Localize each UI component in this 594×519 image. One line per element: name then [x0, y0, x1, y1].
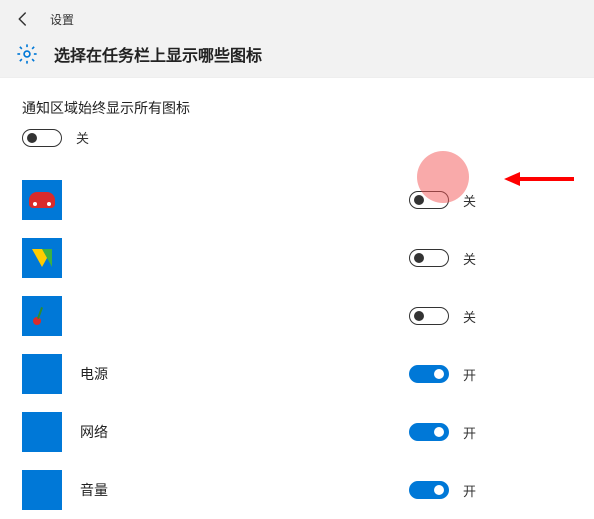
- item-toggle-state: 开: [463, 365, 476, 384]
- blank-icon: [22, 354, 62, 394]
- list-item: 关: [22, 229, 572, 287]
- list-item: 音量 开: [22, 461, 572, 519]
- list-item: 关: [22, 171, 572, 229]
- blank-icon: [22, 470, 62, 510]
- item-toggle[interactable]: [409, 423, 449, 441]
- master-toggle-state: 关: [76, 128, 89, 147]
- page-title: 选择在任务栏上显示哪些图标: [54, 42, 262, 66]
- item-toggle-state: 开: [463, 423, 476, 442]
- settings-label: 设置: [50, 11, 74, 28]
- item-toggle[interactable]: [409, 249, 449, 267]
- item-toggle[interactable]: [409, 365, 449, 383]
- item-toggle[interactable]: [409, 307, 449, 325]
- list-item: 关: [22, 287, 572, 345]
- item-toggle-state: 开: [463, 481, 476, 500]
- list-item: 网络 开: [22, 403, 572, 461]
- app-name: 网络: [80, 422, 108, 442]
- blank-icon: [22, 412, 62, 452]
- item-toggle[interactable]: [409, 481, 449, 499]
- master-toggle[interactable]: [22, 129, 62, 147]
- item-toggle-state: 关: [463, 191, 476, 210]
- item-toggle[interactable]: [409, 191, 449, 209]
- cherry-icon: [22, 296, 62, 336]
- item-toggle-state: 关: [463, 307, 476, 326]
- app-name: 电源: [80, 364, 108, 384]
- app-name: 音量: [80, 480, 108, 500]
- item-toggle-state: 关: [463, 249, 476, 268]
- car-icon: [22, 180, 62, 220]
- master-toggle-label: 通知区域始终显示所有图标: [22, 98, 572, 118]
- back-icon[interactable]: [14, 10, 32, 28]
- gear-icon: [16, 43, 38, 65]
- shield-icon: [22, 238, 62, 278]
- list-item: 电源 开: [22, 345, 572, 403]
